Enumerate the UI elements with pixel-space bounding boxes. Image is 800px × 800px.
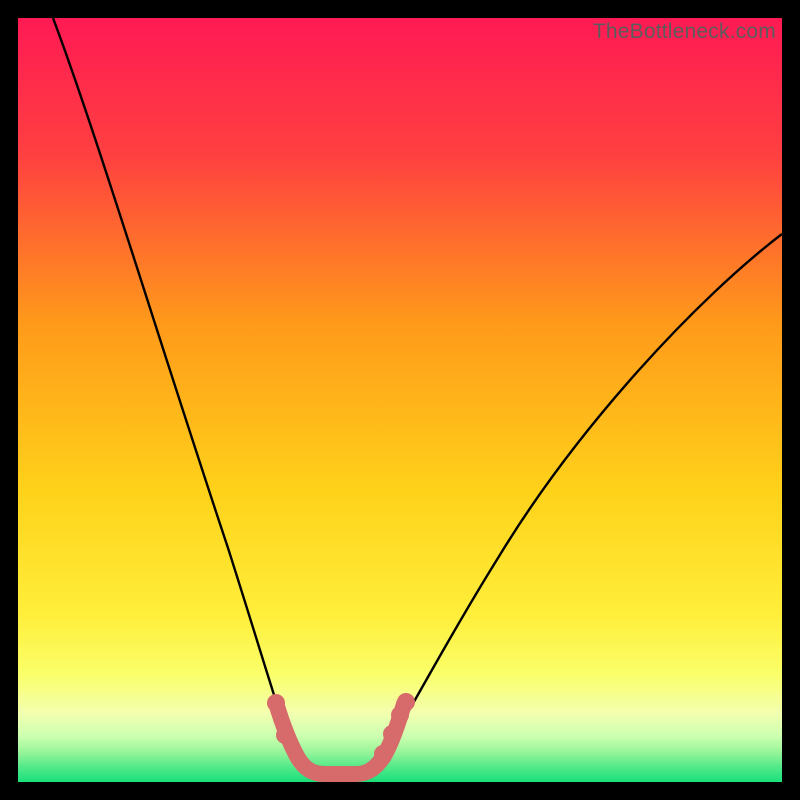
bottleneck-curve [53, 18, 782, 770]
chart-frame: TheBottleneck.com [18, 18, 782, 782]
plot-area: TheBottleneck.com [18, 18, 782, 782]
curve-layer [18, 18, 782, 782]
watermark-text: TheBottleneck.com [593, 20, 776, 44]
